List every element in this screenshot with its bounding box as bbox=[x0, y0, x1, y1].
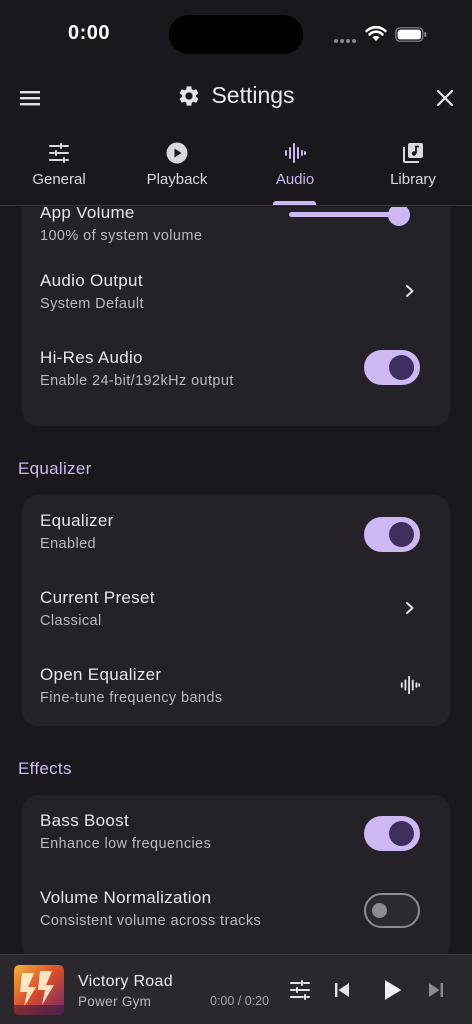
dynamic-island bbox=[169, 15, 303, 54]
status-time: 0:00 bbox=[68, 22, 111, 44]
row-title: Volume Normalization bbox=[40, 888, 212, 907]
chevron-right-icon bbox=[406, 285, 414, 297]
wifi-icon bbox=[365, 25, 387, 41]
audio-settings-card: App Volume 100% of system volume Audio O… bbox=[22, 207, 450, 426]
app-header: Settings bbox=[0, 70, 472, 126]
tab-general[interactable]: General bbox=[0, 128, 118, 206]
library-icon bbox=[403, 143, 423, 163]
play-icon[interactable] bbox=[378, 976, 406, 1004]
audio-output-row[interactable]: Audio Output System Default bbox=[22, 271, 450, 350]
row-title: App Volume bbox=[40, 207, 135, 222]
equalizer-row[interactable]: Equalizer Enabled bbox=[22, 511, 450, 590]
row-subtitle: Enhance low frequencies bbox=[40, 836, 212, 852]
tab-label: Library bbox=[390, 171, 436, 188]
tab-playback[interactable]: Playback bbox=[118, 128, 236, 206]
tab-bar: General Playback Audio Library bbox=[0, 128, 472, 206]
play-circle-icon bbox=[166, 142, 188, 164]
track-title: Victory Road bbox=[78, 973, 173, 990]
tab-label: Audio bbox=[275, 171, 315, 188]
toggle-knob bbox=[389, 355, 414, 380]
toggle-knob bbox=[389, 821, 414, 846]
row-title: Equalizer bbox=[40, 511, 114, 530]
bass-boost-row[interactable]: Bass Boost Enhance low frequencies bbox=[22, 811, 450, 890]
chevron-right-icon bbox=[406, 602, 414, 614]
slider-thumb[interactable] bbox=[388, 207, 410, 226]
sliders-icon[interactable] bbox=[288, 978, 312, 1002]
skip-previous-icon[interactable] bbox=[330, 978, 354, 1002]
row-subtitle: Classical bbox=[40, 613, 102, 629]
row-title: Hi-Res Audio bbox=[40, 348, 143, 367]
section-label-equalizer: Equalizer bbox=[18, 459, 92, 478]
row-subtitle: Enable 24-bit/192kHz output bbox=[40, 373, 234, 389]
hi-res-audio-row[interactable]: Hi-Res Audio Enable 24-bit/192kHz output bbox=[22, 348, 450, 427]
tab-library[interactable]: Library bbox=[354, 128, 472, 206]
toggle-knob bbox=[372, 903, 387, 918]
effects-card: Bass Boost Enhance low frequencies Volum… bbox=[22, 795, 450, 954]
tab-audio[interactable]: Audio bbox=[236, 128, 354, 206]
title-group: Settings bbox=[0, 82, 472, 109]
track-time: 0:00 / 0:20 bbox=[210, 994, 270, 1008]
row-subtitle: System Default bbox=[40, 296, 144, 312]
row-subtitle: Enabled bbox=[40, 536, 97, 552]
mini-player[interactable]: Victory Road Power Gym 0:00 / 0:20 bbox=[0, 954, 472, 1024]
row-title: Open Equalizer bbox=[40, 665, 162, 684]
settings-content[interactable]: App Volume 100% of system volume Audio O… bbox=[0, 207, 472, 954]
album-art[interactable] bbox=[14, 965, 64, 1015]
cellular-signal-icon bbox=[334, 39, 358, 43]
waveform-icon bbox=[285, 143, 306, 163]
tab-label: General bbox=[32, 171, 86, 188]
volume-normalization-row[interactable]: Volume Normalization Consistent volume a… bbox=[22, 888, 450, 954]
page-title: Settings bbox=[211, 82, 295, 108]
track-artist: Power Gym bbox=[78, 994, 152, 1009]
row-title: Bass Boost bbox=[40, 811, 129, 830]
current-preset-row[interactable]: Current Preset Classical bbox=[22, 588, 450, 667]
row-subtitle: Consistent volume across tracks bbox=[40, 913, 262, 929]
battery-icon bbox=[395, 27, 427, 42]
active-tab-indicator bbox=[273, 201, 316, 205]
row-title: Current Preset bbox=[40, 588, 155, 607]
slider-track bbox=[289, 212, 399, 217]
tab-label: Playback bbox=[146, 171, 208, 188]
app-volume-slider[interactable] bbox=[289, 207, 411, 226]
close-icon[interactable] bbox=[434, 87, 456, 109]
row-title: Audio Output bbox=[40, 271, 143, 290]
row-subtitle: Fine-tune frequency bands bbox=[40, 690, 223, 706]
row-subtitle: 100% of system volume bbox=[40, 228, 203, 244]
toggle-knob bbox=[389, 522, 414, 547]
gear-icon bbox=[180, 85, 199, 106]
equalizer-toggle[interactable] bbox=[364, 517, 420, 552]
equalizer-card: Equalizer Enabled Current Preset Classic… bbox=[22, 495, 450, 726]
volume-normalization-toggle[interactable] bbox=[364, 893, 420, 928]
sliders-icon bbox=[49, 143, 69, 163]
bass-boost-toggle[interactable] bbox=[364, 816, 420, 851]
open-equalizer-row[interactable]: Open Equalizer Fine-tune frequency bands bbox=[22, 665, 450, 744]
waveform-icon bbox=[400, 675, 421, 695]
skip-next-icon[interactable] bbox=[424, 978, 448, 1002]
status-bar: 0:00 bbox=[0, 0, 472, 70]
section-label-effects: Effects bbox=[18, 759, 72, 778]
hi-res-audio-toggle[interactable] bbox=[364, 350, 420, 385]
